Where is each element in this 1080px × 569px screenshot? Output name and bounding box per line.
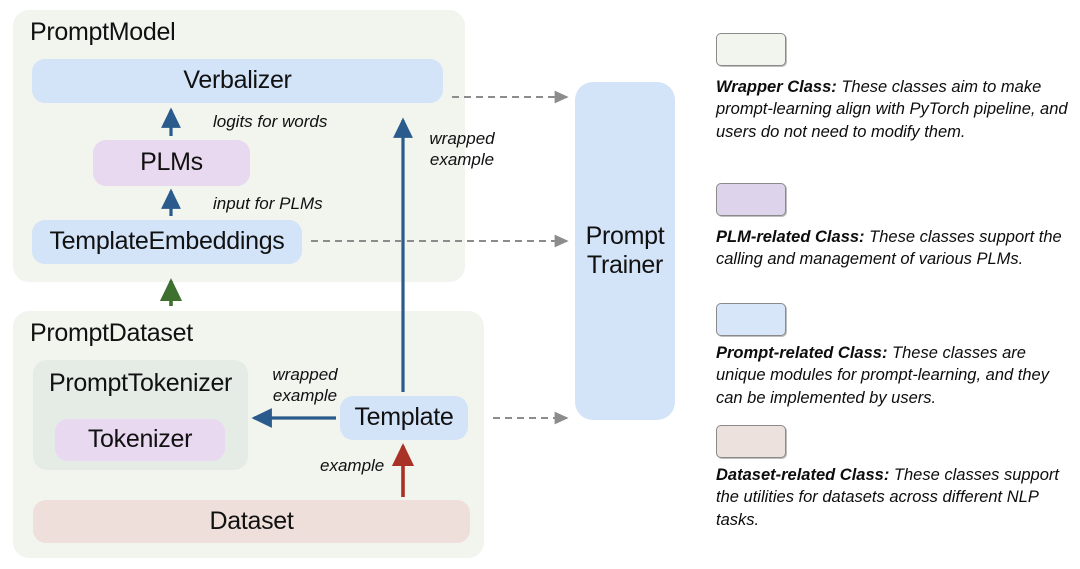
node-prompt-trainer-label-line1: Prompt [585, 221, 665, 250]
node-plms[interactable]: PLMs [93, 140, 250, 186]
legend-term-wrapper-class: Wrapper Class: [716, 78, 837, 96]
edge-label-wrapped-example-left-line2: example [272, 385, 338, 405]
node-template-label: Template [354, 403, 454, 432]
node-template-embeddings-label: TemplateEmbeddings [49, 227, 285, 256]
node-prompt-trainer-label-line2: Trainer [586, 251, 664, 279]
node-template-embeddings[interactable]: TemplateEmbeddings [32, 220, 302, 264]
node-plms-label: PLMs [140, 148, 203, 177]
legend-item-prompt-related-class: Prompt-related Class: These classes are … [716, 342, 1068, 409]
legend-swatch-plm-related-class [716, 183, 786, 216]
node-prompt-trainer[interactable]: Prompt Trainer [575, 82, 675, 420]
legend-term-dataset-related-class: Dataset-related Class: [716, 466, 890, 484]
legend-swatch-prompt-related-class [716, 303, 786, 336]
legend-item-plm-related-class: PLM-related Class: These classes support… [716, 226, 1068, 271]
node-dataset[interactable]: Dataset [33, 500, 470, 543]
node-verbalizer-label: Verbalizer [183, 66, 292, 95]
diagram-canvas: PromptModel Verbalizer PLMs TemplateEmbe… [0, 0, 1080, 569]
node-tokenizer-label: Tokenizer [87, 425, 193, 454]
node-dataset-label: Dataset [209, 506, 294, 535]
node-template[interactable]: Template [340, 396, 468, 440]
edge-label-wrapped-example-left-line1: wrapped [272, 365, 338, 384]
legend-swatch-wrapper-class [716, 33, 786, 66]
group-prompt-dataset-title: PromptDataset [30, 319, 193, 347]
edge-label-logits-for-words: logits for words [213, 112, 328, 131]
edge-label-example: example [320, 456, 385, 475]
subgroup-prompt-tokenizer-title: PromptTokenizer [49, 369, 233, 397]
edge-label-wrapped-example-up-line2: example [429, 149, 495, 169]
node-tokenizer[interactable]: Tokenizer [55, 419, 225, 461]
legend-swatch-dataset-related-class [716, 425, 786, 458]
legend: Wrapper Class: These classes aim to make… [700, 0, 1080, 569]
legend-term-plm-related-class: PLM-related Class: [716, 228, 865, 246]
legend-item-dataset-related-class: Dataset-related Class: These classes sup… [716, 464, 1068, 531]
node-verbalizer[interactable]: Verbalizer [32, 59, 443, 103]
legend-item-wrapper-class: Wrapper Class: These classes aim to make… [716, 76, 1068, 143]
edge-label-input-for-plms: input for PLMs [213, 194, 323, 213]
edge-label-wrapped-example-up-line1: wrapped [429, 129, 495, 148]
legend-term-prompt-related-class: Prompt-related Class: [716, 344, 888, 362]
group-prompt-model-title: PromptModel [30, 18, 176, 46]
edge-label-wrapped-example-left: wrapped example [262, 365, 348, 406]
edge-label-wrapped-example-up: wrapped example [419, 129, 505, 170]
